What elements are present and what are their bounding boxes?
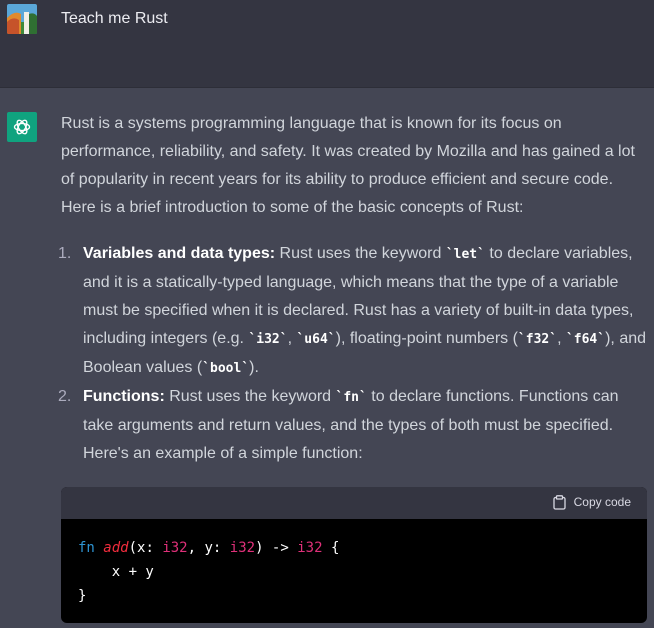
- list-item-text: ), floating-point numbers (: [335, 330, 518, 347]
- list-number: 2.: [58, 388, 72, 405]
- code-text: ) ->: [255, 540, 298, 556]
- code-type: i32: [229, 540, 256, 556]
- list-item: 2. Functions: Rust uses the keyword `fn`…: [58, 383, 651, 468]
- list-item-title: Functions:: [83, 388, 165, 405]
- inline-code: `f32`: [517, 332, 558, 347]
- list-item: 1. Variables and data types: Rust uses t…: [58, 240, 651, 383]
- openai-logo-icon: [13, 119, 31, 135]
- copy-code-button[interactable]: Copy code: [552, 494, 631, 510]
- clipboard-icon: [552, 494, 566, 510]
- code-text: (x:: [128, 540, 163, 556]
- code-block: Copy code fn add(x: i32, y: i32) -> i32 …: [61, 487, 647, 623]
- list-item-title: Variables and data types:: [83, 245, 276, 262]
- inline-code: `i32`: [248, 332, 288, 347]
- inline-code: `bool`: [202, 361, 250, 376]
- code-block-header: Copy code: [61, 487, 647, 519]
- bot-avatar: [7, 112, 37, 142]
- code-function-name: add: [103, 540, 129, 556]
- code-text: {: [322, 540, 340, 556]
- code-line: }: [78, 588, 87, 604]
- code-keyword: fn: [78, 540, 95, 556]
- inline-code: `let`: [445, 247, 485, 262]
- code-text: , y:: [187, 540, 230, 556]
- code-type: i32: [297, 540, 323, 556]
- inline-code: `f64`: [565, 332, 606, 347]
- list-item-text: Rust uses the keyword: [275, 245, 446, 262]
- assistant-response: Rust is a systems programming language t…: [58, 110, 651, 468]
- intro-paragraph: Rust is a systems programming language t…: [61, 115, 635, 216]
- list-number: 1.: [58, 245, 72, 262]
- code-type: i32: [162, 540, 188, 556]
- assistant-message-row: Rust is a systems programming language t…: [0, 88, 654, 628]
- inline-code: `u64`: [296, 332, 336, 347]
- list-item-text: ).: [249, 359, 259, 376]
- concepts-list: 1. Variables and data types: Rust uses t…: [58, 240, 651, 468]
- code-line: x + y: [78, 564, 154, 580]
- inline-code: `fn`: [335, 390, 367, 405]
- user-avatar-image: [7, 4, 37, 34]
- list-item-text: ,: [557, 330, 566, 347]
- user-message-row: Teach me Rust: [0, 0, 654, 88]
- code-content: fn add(x: i32, y: i32) -> i32 { x + y }: [61, 519, 647, 623]
- copy-code-label: Copy code: [573, 495, 631, 509]
- list-item-text: Rust uses the keyword: [164, 388, 336, 405]
- user-prompt-text: Teach me Rust: [61, 10, 168, 27]
- user-avatar: [7, 4, 37, 34]
